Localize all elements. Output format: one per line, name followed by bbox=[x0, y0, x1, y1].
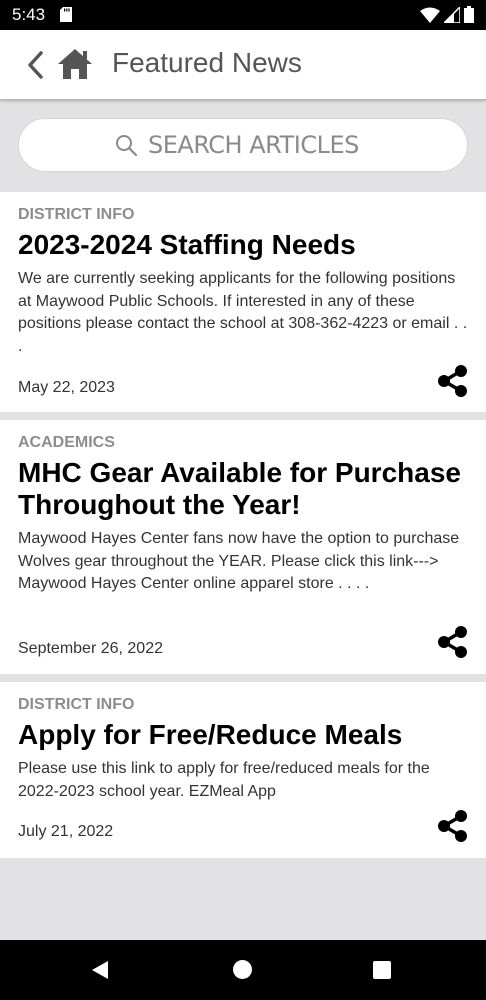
search-area bbox=[0, 100, 486, 192]
article-card[interactable]: DISTRICT INFO 2023-2024 Staffing Needs W… bbox=[0, 192, 486, 412]
status-bar: 5:43 bbox=[0, 0, 486, 30]
signal-icon bbox=[444, 6, 460, 23]
system-nav-bar bbox=[0, 940, 486, 1000]
article-category: DISTRICT INFO bbox=[18, 206, 135, 223]
article-title[interactable]: Apply for Free/Reduce Meals bbox=[18, 719, 474, 751]
article-title[interactable]: 2023-2024 Staffing Needs bbox=[18, 229, 474, 261]
article-card[interactable]: ACADEMICS MHC Gear Available for Purchas… bbox=[0, 420, 486, 674]
home-icon bbox=[58, 49, 92, 79]
article-excerpt: Please use this link to apply for free/r… bbox=[18, 760, 430, 800]
article-date: July 21, 2022 bbox=[18, 823, 114, 840]
wifi-icon bbox=[420, 7, 440, 23]
nav-home-icon[interactable] bbox=[233, 960, 252, 979]
article-date: September 26, 2022 bbox=[18, 640, 163, 657]
nav-recents-icon[interactable] bbox=[373, 961, 391, 979]
article-title[interactable]: MHC Gear Available for Purchase Througho… bbox=[18, 457, 474, 521]
nav-back-icon[interactable] bbox=[91, 961, 109, 979]
status-time: 5:43 bbox=[12, 5, 46, 24]
share-icon[interactable] bbox=[436, 364, 470, 398]
article-excerpt: We are currently seeking applicants for … bbox=[18, 270, 468, 355]
chevron-left-icon bbox=[28, 51, 43, 79]
article-excerpt: Maywood Hayes Center fans now have the o… bbox=[18, 530, 460, 592]
article-category: DISTRICT INFO bbox=[18, 696, 135, 713]
article-date: May 22, 2023 bbox=[18, 379, 115, 396]
home-button[interactable] bbox=[56, 45, 94, 83]
share-icon[interactable] bbox=[436, 809, 470, 843]
article-card[interactable]: DISTRICT INFO Apply for Free/Reduce Meal… bbox=[0, 682, 486, 858]
back-button[interactable] bbox=[22, 48, 48, 82]
battery-icon bbox=[464, 6, 474, 23]
page-title: Featured News bbox=[112, 47, 302, 78]
article-category: ACADEMICS bbox=[18, 434, 115, 451]
app-header: Featured News bbox=[0, 30, 486, 100]
sd-card-icon bbox=[60, 7, 72, 22]
search-bar[interactable] bbox=[18, 118, 468, 172]
search-input[interactable] bbox=[148, 131, 372, 159]
search-icon bbox=[116, 135, 138, 157]
share-icon[interactable] bbox=[436, 625, 470, 659]
